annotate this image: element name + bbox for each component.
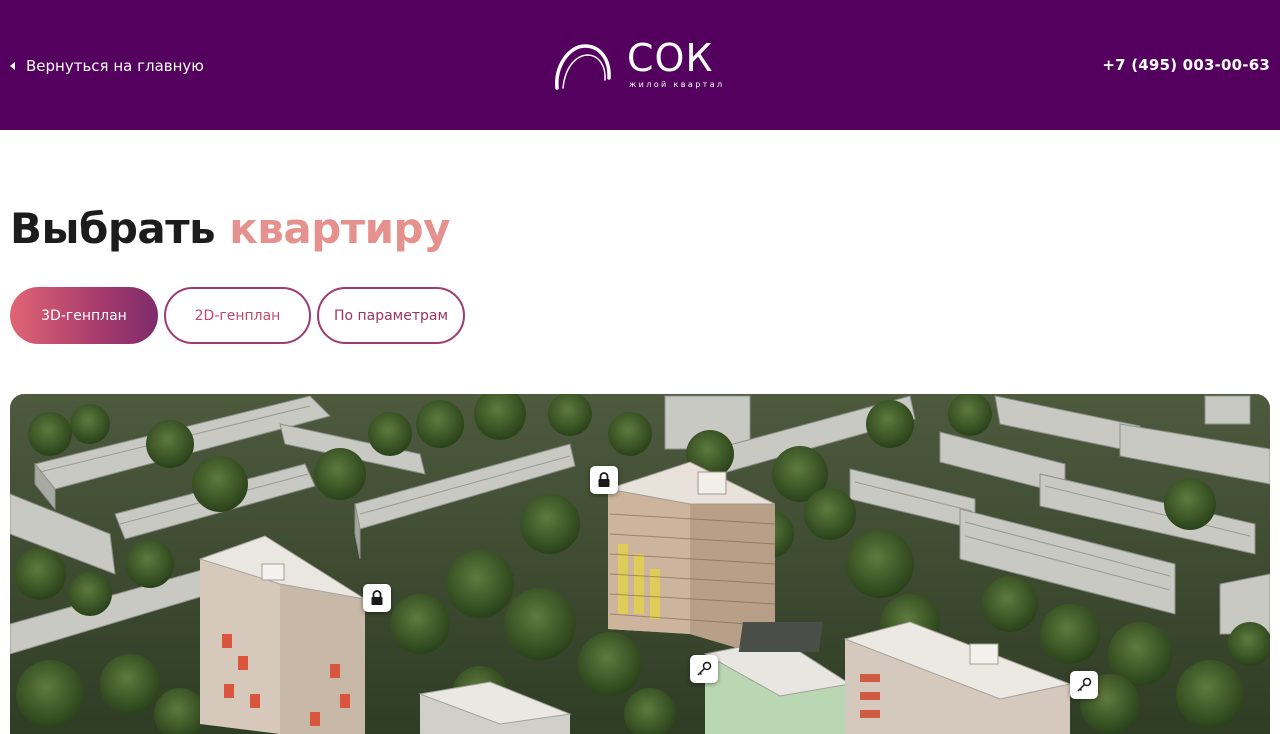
back-link-label: Вернуться на главную	[26, 57, 204, 75]
marker-locked[interactable]	[363, 584, 391, 612]
tab-2d-genplan[interactable]: 2D-генплан	[164, 287, 311, 344]
genplan-3d-view[interactable]	[10, 394, 1270, 734]
logo-arc-icon	[555, 44, 611, 90]
site-header: Вернуться на главную СОК жилой квартал +…	[0, 0, 1280, 130]
page-title: Выбрать квартиру	[10, 204, 450, 253]
logo-name: СОК	[627, 36, 714, 80]
tab-by-parameters[interactable]: По параметрам	[317, 287, 465, 344]
marker-available[interactable]	[690, 655, 718, 683]
logo-subtitle: жилой квартал	[629, 80, 725, 89]
key-icon	[697, 661, 712, 676]
tab-3d-genplan[interactable]: 3D-генплан	[10, 287, 158, 344]
marker-available[interactable]	[1070, 671, 1098, 699]
key-icon	[1077, 677, 1092, 692]
caret-left-icon	[10, 62, 15, 70]
lock-icon	[598, 472, 610, 487]
marker-locked[interactable]	[590, 466, 618, 494]
view-tabs: 3D-генплан 2D-генплан По параметрам	[10, 287, 465, 344]
logo[interactable]: СОК жилой квартал	[553, 34, 728, 94]
phone-number[interactable]: +7 (495) 003-00-63	[1102, 56, 1270, 74]
page-title-main: Выбрать	[10, 204, 216, 253]
page-title-accent: квартиру	[229, 204, 450, 253]
lock-icon	[371, 590, 383, 605]
back-to-home-link[interactable]: Вернуться на главную	[10, 56, 204, 76]
